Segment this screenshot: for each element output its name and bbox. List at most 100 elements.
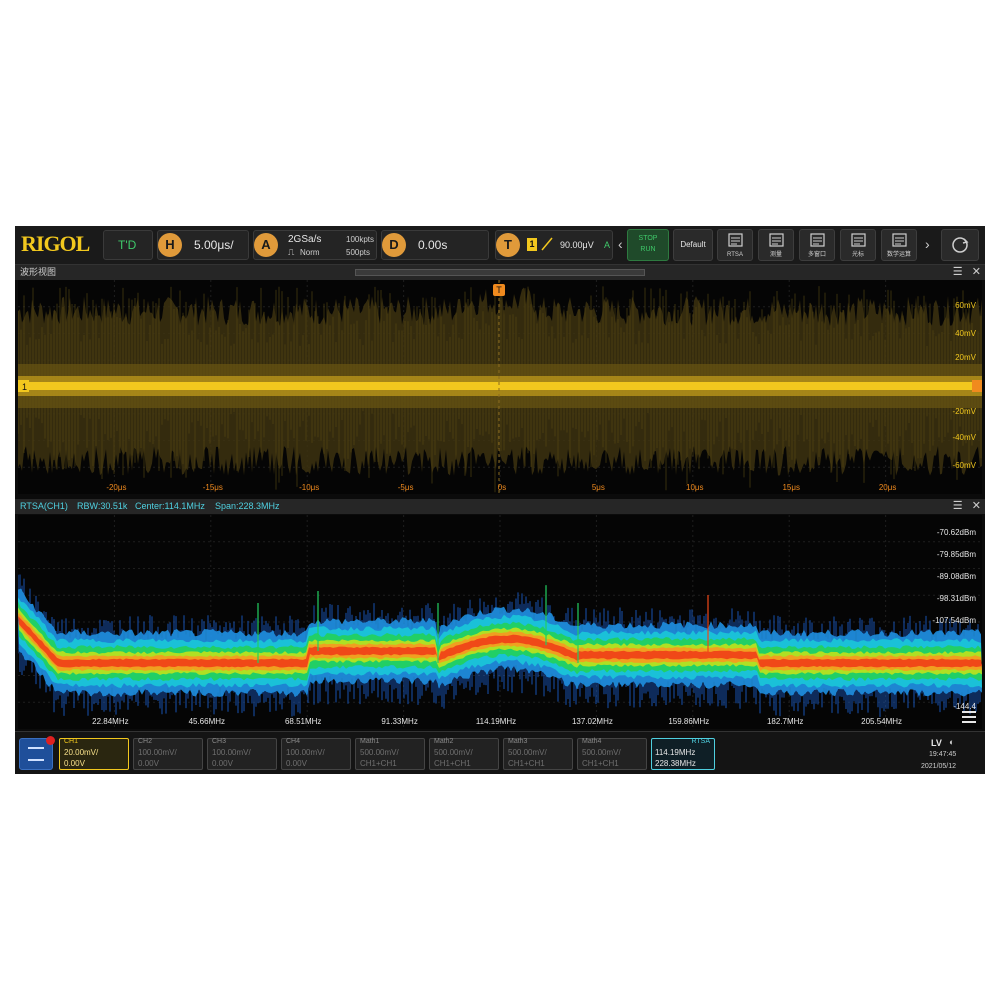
waveform-x-label: -10μs xyxy=(299,483,319,492)
rtsa-tool-button[interactable]: RTSA xyxy=(717,229,753,261)
multi-window-tool-button[interactable]: 多窗口 xyxy=(799,229,835,261)
channel-box-math2[interactable]: Math2 500.00mV/CH1+CH1 xyxy=(429,738,499,770)
channel-box-ch4[interactable]: CH4 100.00mV/0.00V xyxy=(281,738,351,770)
close-icon[interactable]: ✕ xyxy=(972,500,981,512)
delay-box[interactable]: D 0.00s xyxy=(381,230,489,260)
rising-edge-icon xyxy=(541,235,553,258)
close-icon[interactable]: ✕ xyxy=(972,266,981,278)
waveform-y-label: 60mV xyxy=(955,301,977,310)
rtsa-tool-icon xyxy=(728,233,743,247)
refresh-button[interactable] xyxy=(941,229,979,261)
measure-tool-button[interactable]: 测量 xyxy=(758,229,794,261)
timebase-value: 5.00μs/ xyxy=(194,238,234,252)
cursor-tool-icon xyxy=(851,233,866,247)
default-label: Default xyxy=(680,240,706,249)
spectrum-x-label: 91.33MHz xyxy=(381,717,417,726)
channel-offset: 0.00V xyxy=(64,759,85,768)
waveform-y-label: 40mV xyxy=(955,329,977,338)
cursor-tool-button[interactable]: 光标 xyxy=(840,229,876,261)
channel-name: CH3 xyxy=(212,738,227,745)
channel-offset: CH1+CH1 xyxy=(434,759,471,768)
channel-offset: CH1+CH1 xyxy=(582,759,619,768)
time-mode-label: T'D xyxy=(118,238,137,252)
trigger-position-marker[interactable]: T xyxy=(493,284,505,296)
channel-scale: 20.00mV/ xyxy=(64,748,99,757)
waveform-x-label: 5μs xyxy=(592,483,605,492)
spectrum-panel-header: RTSA(CH1) RBW:30.51k Center:114.1MHz Spa… xyxy=(15,499,985,514)
ch1-offset-marker[interactable]: 1 xyxy=(18,380,29,392)
waveform-x-label: 20μs xyxy=(879,483,897,492)
waveform-panel-title: 波形视图 xyxy=(20,267,57,277)
channel-offset: CH1+CH1 xyxy=(360,759,397,768)
rtsa-box[interactable]: RTSA 114.19MHz 228.38MHz xyxy=(651,738,715,770)
channel-name: Math4 xyxy=(582,738,602,745)
waveform-x-label: -5μs xyxy=(398,483,414,492)
scroll-right-icon[interactable]: › xyxy=(925,236,930,252)
navigation-button[interactable] xyxy=(19,736,55,770)
waveform-y-label: -40mV xyxy=(952,433,976,442)
channel-name: CH4 xyxy=(286,738,301,745)
spectrum-y-label: -79.85dBm xyxy=(937,550,976,559)
channel-scale: 500.00mV/ xyxy=(508,748,547,757)
spectrum-y-label: -98.31dBm xyxy=(937,594,976,603)
trigger-box[interactable]: T 1 90.00μV A xyxy=(495,230,613,260)
trigger-channel-badge: 1 xyxy=(527,238,537,251)
trigger-level-marker[interactable] xyxy=(972,380,982,392)
run-state: STOP xyxy=(638,235,658,242)
waveform-y-label: 20mV xyxy=(955,353,977,362)
spectrum-menu-icon[interactable] xyxy=(962,711,976,723)
menu-icon[interactable]: ☰ xyxy=(953,266,963,278)
measure-tool-icon xyxy=(769,233,784,247)
channel-scale: 100.00mV/ xyxy=(138,748,177,757)
trigger-flag: A xyxy=(604,240,611,250)
channel-scale: 100.00mV/ xyxy=(286,748,325,757)
zoom-bar[interactable] xyxy=(355,269,645,276)
waveform-y-label: -60mV xyxy=(952,461,976,470)
spectrum-plot: -70.62dBm -79.85dBm -89.08dBm -98.31dBm -107… xyxy=(18,515,982,729)
waveform-x-label: -15μs xyxy=(203,483,223,492)
channel-box-ch3[interactable]: CH3 100.00mV/0.00V xyxy=(207,738,277,770)
pulse-icon: ⎍ xyxy=(288,247,295,257)
waveform-panel-controls: ☰ ✕ xyxy=(953,265,981,280)
acq-mode: Norm xyxy=(300,248,320,257)
waveform-view[interactable]: T 1 60mV 40mV 20mV -20mV -40mV -60mV -20μs -15μs -… xyxy=(18,280,982,494)
trigger-badge: T xyxy=(496,233,520,257)
channel-offset: CH1+CH1 xyxy=(508,759,545,768)
channel-box-ch1[interactable]: CH1 20.00mV/0.00V xyxy=(59,738,129,770)
spectrum-y-label: -70.62dBm xyxy=(937,528,976,537)
rtsa-box-center: 114.19MHz xyxy=(655,748,696,757)
volume-icon[interactable]: ◐ xyxy=(949,737,954,747)
clock-date: 2021/05/12 xyxy=(921,763,957,770)
channel-box-math3[interactable]: Math3 500.00mV/CH1+CH1 xyxy=(503,738,573,770)
spectrum-view[interactable]: -70.62dBm -79.85dBm -89.08dBm -98.31dBm -107… xyxy=(18,515,982,729)
default-button[interactable]: Default xyxy=(673,229,713,261)
channel-box-math1[interactable]: Math1 500.00mV/CH1+CH1 xyxy=(355,738,425,770)
acquire-box[interactable]: A 2GSa/s 100kpts ⎍ Norm 500pts xyxy=(253,230,377,260)
horizontal-box[interactable]: H 5.00μs/ xyxy=(157,230,249,260)
channel-box-math4[interactable]: Math4 500.00mV/CH1+CH1 xyxy=(577,738,647,770)
math-tool-icon xyxy=(892,233,907,247)
delay-badge: D xyxy=(382,233,406,257)
channel-name: CH2 xyxy=(138,738,153,745)
time-mode-button[interactable]: T'D xyxy=(103,230,153,260)
channel-name: Math3 xyxy=(508,738,528,745)
lv-label: LV xyxy=(931,738,942,748)
channel-box-ch2[interactable]: CH2 100.00mV/0.00V xyxy=(133,738,203,770)
run-stop-button[interactable]: STOP RUN xyxy=(627,229,669,261)
scroll-left-icon[interactable]: ‹ xyxy=(618,236,623,252)
measure-tool-label: 测量 xyxy=(769,252,782,258)
run-sub: RUN xyxy=(640,246,656,253)
channel-scale: 500.00mV/ xyxy=(582,748,621,757)
acquire-badge: A xyxy=(254,233,278,257)
menu-icon[interactable]: ☰ xyxy=(953,500,963,512)
channel-name: CH1 xyxy=(64,738,79,745)
channel-offset: 0.00V xyxy=(212,759,233,768)
math-tool-button[interactable]: 数学运算 xyxy=(881,229,917,261)
rtsa-box-name: RTSA xyxy=(691,738,710,745)
channel-scale: 500.00mV/ xyxy=(360,748,399,757)
spectrum-rbw: RBW:30.51k xyxy=(77,501,128,511)
waveform-panel-header: 波形视图 ☰ ✕ xyxy=(15,265,985,280)
spectrum-x-label: 137.02MHz xyxy=(572,717,613,726)
acq-rate: 500pts xyxy=(346,248,371,257)
spectrum-panel-controls: ☰ ✕ xyxy=(953,499,981,514)
